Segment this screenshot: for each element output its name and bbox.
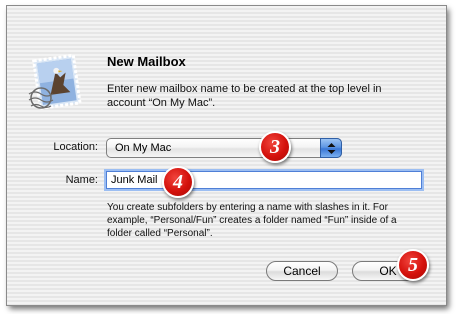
dialog-title: New Mailbox	[107, 54, 186, 69]
popup-arrows-icon	[320, 138, 342, 158]
callout-badge-4: 4	[162, 166, 194, 198]
name-label: Name:	[65, 174, 98, 186]
dialog-message: Enter new mailbox name to be created at …	[107, 83, 382, 109]
location-label: Location:	[53, 141, 98, 153]
callout-badge-5: 5	[397, 249, 429, 281]
mail-stamp-eagle-icon	[27, 53, 85, 112]
mailbox-name-field[interactable]	[106, 171, 422, 189]
location-popup-value: On My Mac	[115, 142, 172, 154]
location-popup[interactable]: On My Mac	[106, 138, 342, 158]
callout-badge-3: 3	[259, 131, 291, 163]
cancel-button[interactable]: Cancel	[266, 261, 338, 281]
subfolder-hint: You create subfolders by entering a name…	[107, 202, 397, 239]
